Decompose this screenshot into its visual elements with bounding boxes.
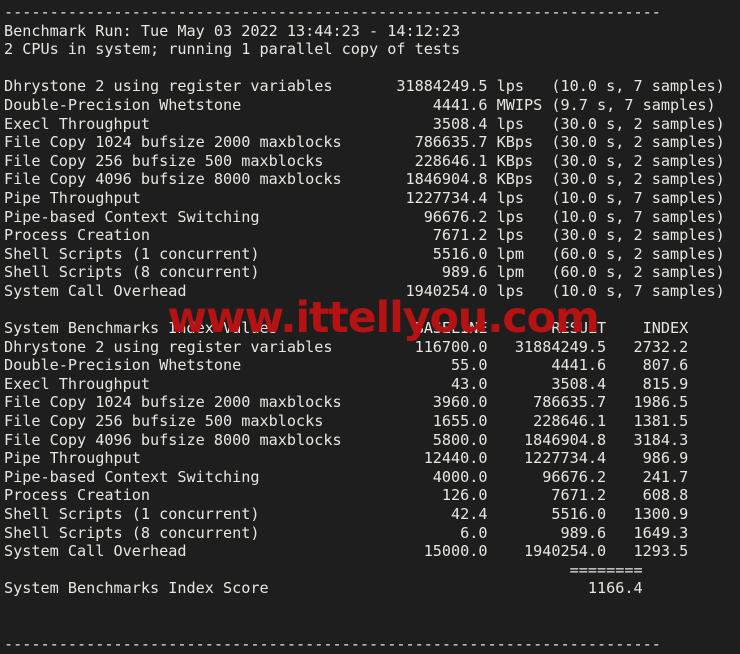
top-divider: ----------------------------------------… bbox=[4, 3, 661, 21]
spacer-line-4 bbox=[4, 617, 740, 636]
index-row-filecopy-4096: File Copy 4096 bufsize 8000 maxblocks 58… bbox=[4, 430, 689, 449]
raw-result-whetstone: Double-Precision Whetstone 4441.6 MWIPS … bbox=[4, 95, 716, 114]
index-row-syscall-overhead: System Call Overhead 15000.0 1940254.0 1… bbox=[4, 542, 689, 561]
index-row-dhrystone: Dhrystone 2 using register variables 116… bbox=[4, 337, 689, 356]
raw-result-dhrystone: Dhrystone 2 using register variables 318… bbox=[4, 77, 725, 96]
spacer-line-2 bbox=[4, 301, 740, 320]
index-row-filecopy-256: File Copy 256 bufsize 500 maxblocks 1655… bbox=[4, 412, 689, 431]
index-table-header: System Benchmarks Index Values BASELINE … bbox=[4, 319, 689, 338]
index-row-whetstone: Double-Precision Whetstone 55.0 4441.6 8… bbox=[4, 356, 689, 375]
raw-result-shell-scripts-1: Shell Scripts (1 concurrent) 5516.0 lpm … bbox=[4, 244, 725, 263]
cpu-info-line: 2 CPUs in system; running 1 parallel cop… bbox=[4, 40, 461, 59]
raw-result-filecopy-4096: File Copy 4096 bufsize 8000 maxblocks 18… bbox=[4, 170, 725, 189]
raw-result-pipe-context-switching: Pipe-based Context Switching 96676.2 lps… bbox=[4, 207, 725, 226]
bottom-divider: ----------------------------------------… bbox=[4, 635, 661, 654]
index-row-shell-scripts-1: Shell Scripts (1 concurrent) 42.4 5516.0… bbox=[4, 505, 689, 524]
index-row-pipe-throughput: Pipe Throughput 12440.0 1227734.4 986.9 bbox=[4, 449, 689, 468]
index-score-separator: ======== bbox=[4, 560, 643, 579]
spacer-line-3 bbox=[4, 598, 740, 617]
raw-result-filecopy-256: File Copy 256 bufsize 500 maxblocks 2286… bbox=[4, 151, 725, 170]
raw-result-syscall-overhead: System Call Overhead 1940254.0 lps (10.0… bbox=[4, 281, 725, 300]
raw-result-pipe-throughput: Pipe Throughput 1227734.4 lps (10.0 s, 7… bbox=[4, 188, 725, 207]
index-row-process-creation: Process Creation 126.0 7671.2 608.8 bbox=[4, 486, 689, 505]
raw-result-shell-scripts-8: Shell Scripts (8 concurrent) 989.6 lpm (… bbox=[4, 263, 725, 282]
index-row-filecopy-1024: File Copy 1024 bufsize 2000 maxblocks 39… bbox=[4, 393, 689, 412]
index-score-line: System Benchmarks Index Score 1166.4 bbox=[4, 579, 643, 598]
raw-result-filecopy-1024: File Copy 1024 bufsize 2000 maxblocks 78… bbox=[4, 133, 725, 152]
spacer-line-1 bbox=[4, 59, 740, 78]
raw-result-process-creation: Process Creation 7671.2 lps (30.0 s, 2 s… bbox=[4, 226, 725, 245]
index-row-pipe-context-switching: Pipe-based Context Switching 4000.0 9667… bbox=[4, 467, 689, 486]
index-row-execl: Execl Throughput 43.0 3508.4 815.9 bbox=[4, 374, 689, 393]
benchmark-run-line: Benchmark Run: Tue May 03 2022 13:44:23 … bbox=[4, 21, 461, 40]
index-row-shell-scripts-8: Shell Scripts (8 concurrent) 6.0 989.6 1… bbox=[4, 523, 689, 542]
raw-result-execl: Execl Throughput 3508.4 lps (30.0 s, 2 s… bbox=[4, 114, 725, 133]
terminal-output: ----------------------------------------… bbox=[0, 0, 740, 653]
